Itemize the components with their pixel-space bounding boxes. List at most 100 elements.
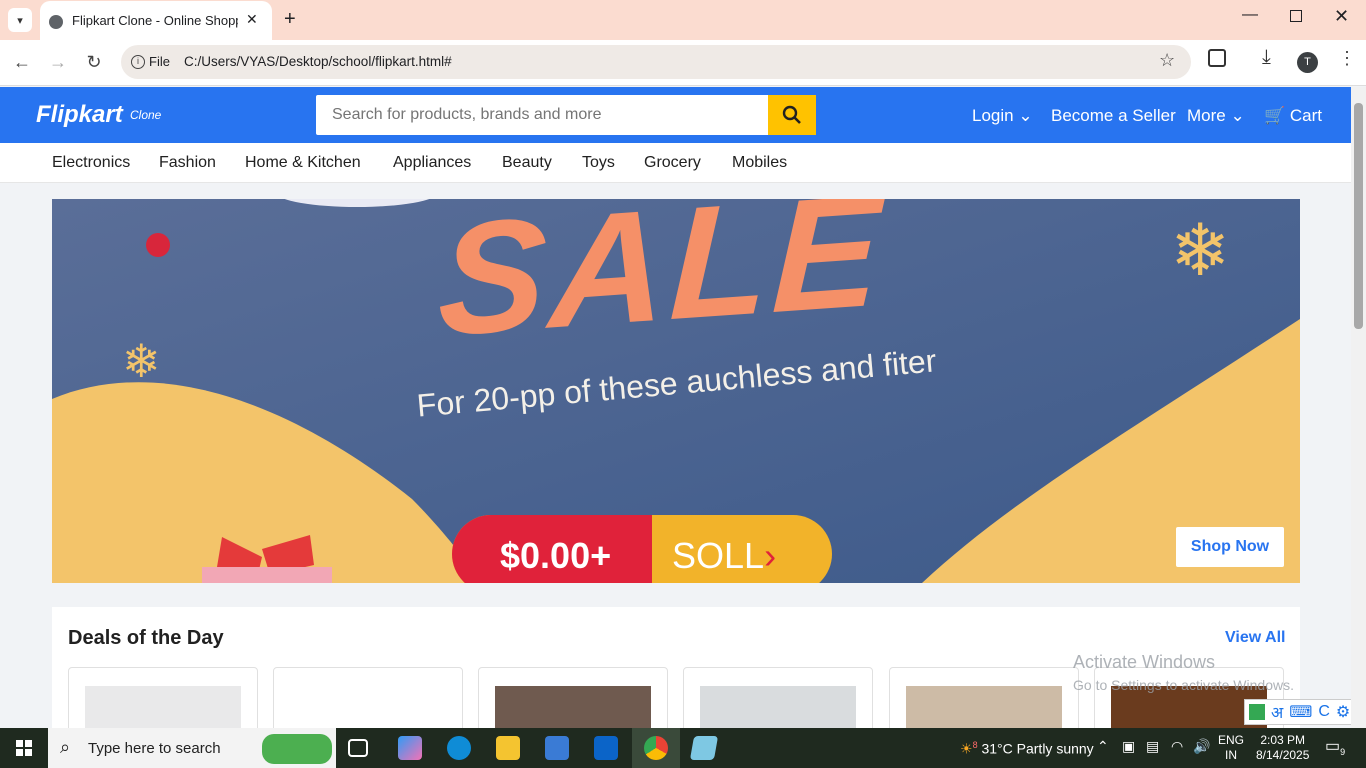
category-grocery[interactable]: Grocery <box>644 154 701 172</box>
category-appliances[interactable]: Appliances <box>393 154 471 172</box>
activate-windows-subtitle: Go to Settings to activate Windows. <box>1073 677 1294 693</box>
volume-icon[interactable]: 🔊 <box>1193 738 1210 755</box>
copilot-icon[interactable] <box>398 736 422 760</box>
chevron-up-icon[interactable]: ⌃ <box>1097 738 1109 755</box>
store-icon[interactable] <box>545 736 569 760</box>
category-fashion[interactable]: Fashion <box>159 154 216 172</box>
language-indicator[interactable]: ENG IN <box>1218 733 1244 763</box>
taskbar-clock[interactable]: 2:03 PM 8/14/2025 <box>1256 733 1309 763</box>
chevron-right-icon: › <box>764 535 777 576</box>
banner-price: $0.00+ <box>500 535 612 576</box>
new-tab-icon[interactable]: + <box>284 8 296 30</box>
wifi-icon[interactable]: ◠ <box>1171 738 1183 755</box>
category-mobiles[interactable]: Mobiles <box>732 154 787 172</box>
deal-card[interactable] <box>683 667 873 746</box>
cart-label: Cart <box>1289 106 1323 125</box>
cart-link[interactable]: 🛒 Cart <box>1264 106 1322 126</box>
chevron-down-icon: ⌄ <box>1230 106 1245 125</box>
meet-icon[interactable]: ▣ <box>1122 738 1135 755</box>
notepad-icon[interactable] <box>689 736 719 760</box>
extensions-icon[interactable] <box>1208 49 1226 67</box>
tab-search-icon[interactable]: ▾ <box>8 8 32 32</box>
deal-card[interactable] <box>478 667 668 746</box>
chrome-icon <box>644 736 668 760</box>
task-view-icon[interactable] <box>348 739 368 757</box>
login-button[interactable]: Login ⌄ <box>972 106 1033 126</box>
chrome-taskbar-button[interactable] <box>632 728 680 768</box>
region-code: IN <box>1225 748 1237 762</box>
time: 2:03 PM <box>1260 733 1306 747</box>
info-icon[interactable]: i <box>131 55 145 69</box>
display-icon[interactable]: ▤ <box>1146 738 1159 755</box>
scrollbar-thumb[interactable] <box>1354 103 1363 329</box>
reload-icon[interactable]: ↻ <box>82 52 106 73</box>
site-logo[interactable]: Flipkart <box>36 101 123 129</box>
deal-card[interactable] <box>68 667 258 746</box>
ime-toolbar[interactable]: अ ⌨ C ⚙ <box>1244 699 1358 725</box>
activate-windows-title: Activate Windows <box>1073 652 1216 672</box>
snowflake-icon: ❄ <box>1170 208 1230 292</box>
weather-widget[interactable]: ☀8 31°C Partly sunny <box>960 740 1094 758</box>
bookmark-star-icon[interactable]: ☆ <box>1159 50 1175 71</box>
search-icon <box>782 105 801 124</box>
refresh-icon[interactable]: C <box>1318 703 1330 721</box>
site-header: Flipkart Clone Login ⌄ Become a Seller M… <box>0 87 1351 143</box>
search-highlight-icon <box>262 734 332 764</box>
globe-icon <box>49 15 63 29</box>
become-seller-link[interactable]: Become a Seller <box>1051 106 1176 126</box>
maximize-icon[interactable] <box>1290 10 1302 22</box>
category-electronics[interactable]: Electronics <box>52 154 130 172</box>
ornament-icon <box>146 233 170 257</box>
close-tab-icon[interactable]: ✕ <box>246 11 258 28</box>
weather-icon: ☀ <box>960 740 973 757</box>
browser-tab-strip: ▾ Flipkart Clone - Online Shoppin ✕ + — … <box>0 0 1366 41</box>
deal-card[interactable] <box>273 667 463 737</box>
category-home-kitchen[interactable]: Home & Kitchen <box>245 154 361 172</box>
chevron-down-icon: ⌄ <box>1018 106 1033 125</box>
more-menu[interactable]: More ⌄ <box>1187 106 1245 126</box>
hero-banner[interactable]: ❄ ❄ SALE For 20-pp of these auchless and… <box>52 199 1300 583</box>
taskbar-search[interactable]: ⌕ Type here to search <box>48 728 336 768</box>
ime-logo-icon <box>1249 704 1265 720</box>
url-text[interactable]: C:/Users/VYAS/Desktop/school/flipkart.ht… <box>184 54 452 69</box>
deal-card[interactable] <box>889 667 1079 746</box>
forward-icon[interactable]: → <box>46 52 70 73</box>
weather-temp: 31°C <box>981 740 1013 757</box>
category-toys[interactable]: Toys <box>582 154 615 172</box>
gear-icon[interactable]: ⚙ <box>1336 702 1350 722</box>
cart-icon: 🛒 <box>1264 106 1286 125</box>
notification-icon[interactable]: ▭9 <box>1325 736 1345 757</box>
download-icon[interactable]: ⤓ <box>1262 46 1271 69</box>
page-scrollbar[interactable] <box>1351 87 1366 728</box>
outlook-icon[interactable] <box>594 736 618 760</box>
deals-title: Deals of the Day <box>68 627 224 649</box>
windows-start-icon[interactable] <box>16 740 32 756</box>
more-label: More <box>1187 106 1226 125</box>
taskbar-search-text: Type here to search <box>88 739 221 757</box>
search-input[interactable] <box>316 95 768 135</box>
weather-alert-badge: 8 <box>972 740 978 750</box>
keyboard-icon[interactable]: ⌨ <box>1289 702 1312 722</box>
login-label: Login <box>972 106 1014 125</box>
profile-avatar[interactable]: T <box>1297 52 1318 73</box>
hindi-script-icon[interactable]: अ <box>1271 701 1283 723</box>
shop-now-button[interactable]: Shop Now <box>1176 527 1284 567</box>
view-all-link[interactable]: View All <box>1225 629 1285 647</box>
search-icon: ⌕ <box>60 737 71 757</box>
category-beauty[interactable]: Beauty <box>502 154 552 172</box>
snowflake-icon: ❄ <box>122 334 161 388</box>
search-button[interactable] <box>768 95 816 135</box>
menu-kebab-icon[interactable]: ⋮ <box>1338 48 1356 69</box>
category-bar: Electronics Fashion Home & Kitchen Appli… <box>0 143 1351 183</box>
banner-cta: SOLL› <box>672 535 776 577</box>
minimize-icon[interactable]: — <box>1242 6 1258 24</box>
window-close-icon[interactable]: ✕ <box>1334 6 1349 27</box>
browser-tab[interactable]: Flipkart Clone - Online Shoppin ✕ <box>40 1 272 41</box>
back-icon[interactable]: ← <box>10 52 34 73</box>
edge-icon[interactable] <box>447 736 471 760</box>
address-bar[interactable]: i File C:/Users/VYAS/Desktop/school/flip… <box>121 45 1191 79</box>
file-explorer-icon[interactable] <box>496 736 520 760</box>
notification-count: 9 <box>1340 747 1346 758</box>
logo-subtitle: Clone <box>130 108 162 122</box>
date: 8/14/2025 <box>1256 748 1310 762</box>
